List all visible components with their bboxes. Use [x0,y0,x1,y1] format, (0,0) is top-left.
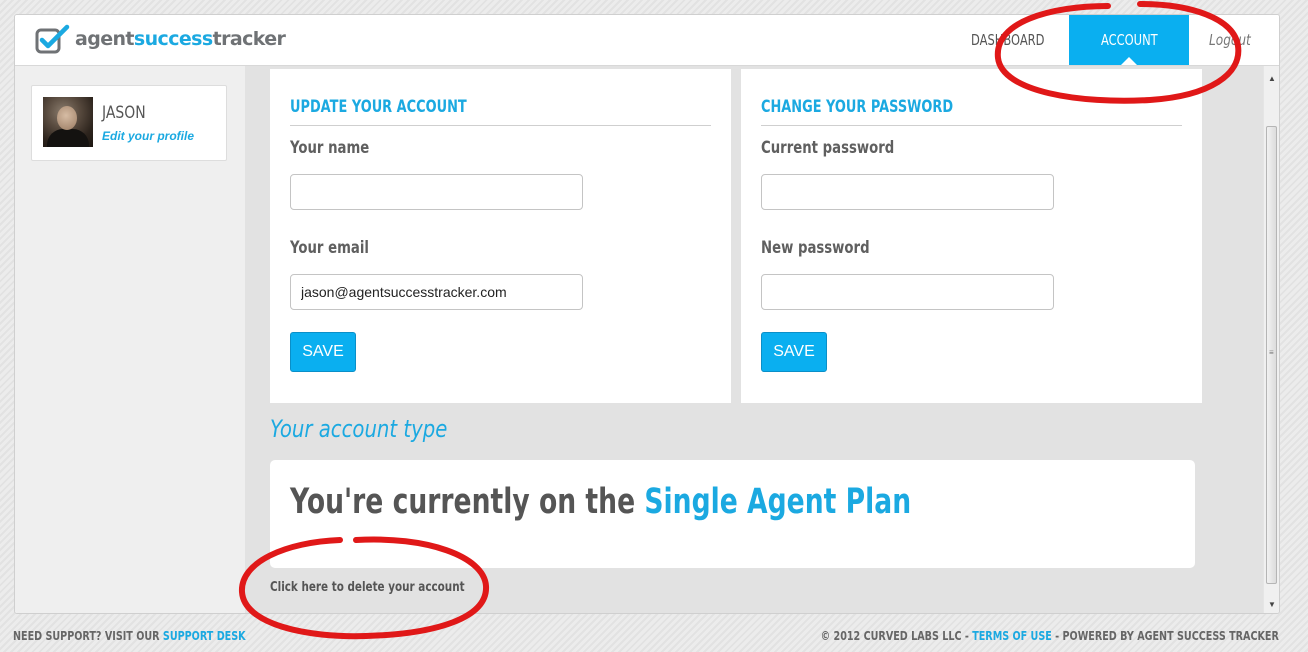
main-content: UPDATE YOUR ACCOUNT Your name Your email… [245,66,1263,613]
grip-icon: ≡ [1269,348,1274,357]
change-password-title-text: CHANGE YOUR PASSWORD [761,97,954,117]
footer-support: NEED SUPPORT? VISIT OUR SUPPORT DESK [13,629,246,643]
app-window: agentsuccesstracker DASHBOARD ACCOUNT Lo… [14,14,1280,614]
nav-dashboard[interactable]: DASHBOARD [971,15,1044,65]
arrow-up-icon[interactable]: ▲ [1264,72,1279,86]
plan-prefix: You're currently on the [290,482,645,522]
delete-account-link[interactable]: Click here to delete your account [270,580,465,595]
terms-of-use-link[interactable]: TERMS OF USE [972,629,1052,643]
avatar-shirt [47,129,89,147]
name-label: Your name [290,138,370,158]
account-type-heading: Your account type [270,415,448,443]
profile-card: JASON Edit your profile [31,85,227,161]
nav-account-label: ACCOUNT [1100,31,1158,49]
update-account-title-text: UPDATE YOUR ACCOUNT [290,97,467,117]
nav-account[interactable]: ACCOUNT [1069,15,1189,65]
save-password-button[interactable]: SAVE [761,332,827,372]
scrollbar-thumb[interactable]: ≡ [1266,126,1277,584]
name-input[interactable] [290,174,583,210]
sidebar: JASON Edit your profile [15,66,245,613]
email-label: Your email [290,238,369,258]
copyright-text: © 2012 CURVED LABS LLC - [820,629,973,643]
logo-text: agentsuccesstracker [75,28,286,50]
current-password-input[interactable] [761,174,1054,210]
update-account-title: UPDATE YOUR ACCOUNT [290,97,711,126]
update-account-panel: UPDATE YOUR ACCOUNT Your name Your email… [270,69,731,403]
plan-name: Single Agent Plan [644,482,912,522]
footer-copyright: © 2012 CURVED LABS LLC - TERMS OF USE - … [821,629,1279,643]
plan-box: You're currently on the Single Agent Pla… [270,460,1195,568]
logo-word-tracker: tracker [212,28,286,50]
save-account-button[interactable]: SAVE [290,332,356,372]
logo-word-agent: agent [75,28,135,50]
support-desk-link[interactable]: SUPPORT DESK [163,629,246,643]
logo-word-success: success [133,28,213,50]
change-password-title: CHANGE YOUR PASSWORD [761,97,1182,126]
footer-support-text: NEED SUPPORT? VISIT OUR [13,629,163,643]
change-password-panel: CHANGE YOUR PASSWORD Current password Ne… [741,69,1202,403]
current-password-label: Current password [761,138,895,158]
powered-by-text: - POWERED BY AGENT SUCCESS TRACKER [1051,629,1279,643]
edit-profile-link[interactable]: Edit your profile [102,129,194,143]
profile-name: JASON [102,103,146,123]
header: agentsuccesstracker DASHBOARD ACCOUNT Lo… [15,15,1279,66]
logo[interactable]: agentsuccesstracker [35,24,286,54]
new-password-label: New password [761,238,870,258]
checkbox-check-icon [35,24,70,54]
arrow-down-icon[interactable]: ▼ [1264,598,1279,612]
plan-text: You're currently on the Single Agent Pla… [290,482,911,522]
avatar-face [57,106,77,130]
scrollbar[interactable]: ▲ ≡ ▼ [1263,66,1279,613]
nav-logout[interactable]: Logout [1209,15,1251,65]
avatar[interactable] [43,97,93,147]
new-password-input[interactable] [761,274,1054,310]
email-input[interactable] [290,274,583,310]
